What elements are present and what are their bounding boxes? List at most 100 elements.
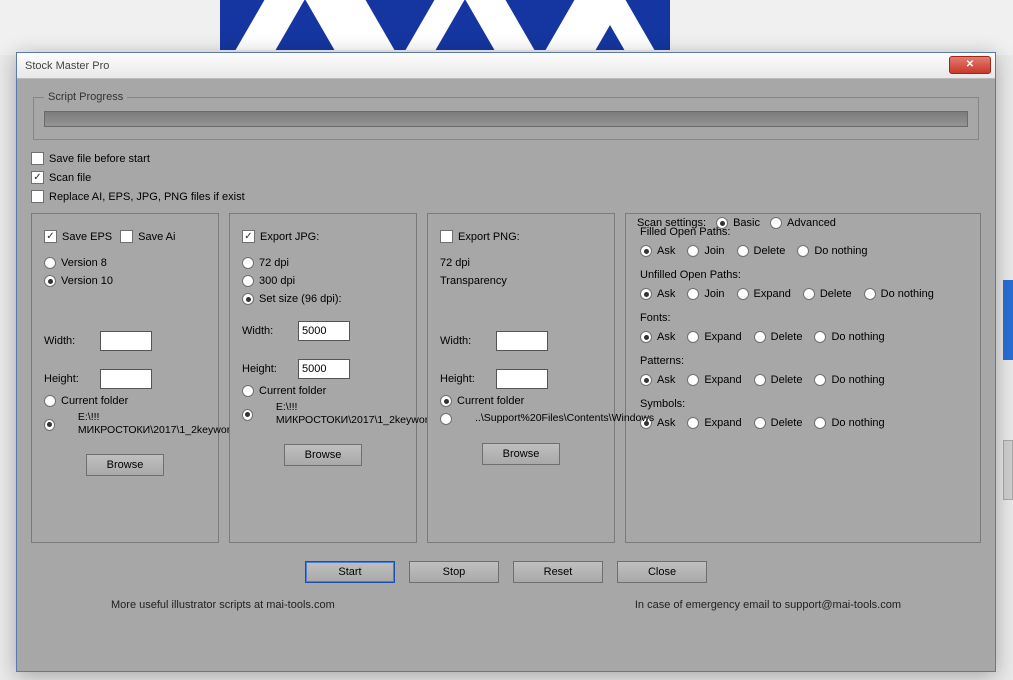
radio-icon (814, 331, 826, 343)
radio-eps-version8[interactable]: Version 8 (44, 257, 107, 269)
radio-icon (242, 293, 254, 305)
radio-patterns-delete[interactable]: Delete (754, 374, 803, 386)
checkbox-label: Export PNG: (458, 231, 520, 243)
radio-patterns-nothing[interactable]: Do nothing (814, 374, 884, 386)
radio-unfilled-join[interactable]: Join (687, 288, 724, 300)
eps-path: E:\!!!МИКРОСТОКИ\2017\1_2keyword (78, 411, 237, 436)
png-path: ..\Support%20Files\Contents\Windows (475, 412, 654, 425)
radio-icon (754, 374, 766, 386)
radio-icon (770, 217, 782, 229)
radio-icon (640, 245, 652, 257)
radio-eps-current-folder[interactable]: Current folder (44, 395, 128, 407)
radio-patterns-ask[interactable]: Ask (640, 374, 675, 386)
radio-icon (716, 217, 728, 229)
checkbox-save-ai[interactable]: Save Ai (120, 230, 175, 243)
radio-fonts-delete[interactable]: Delete (754, 331, 803, 343)
radio-jpg-current-folder[interactable]: Current folder (242, 385, 326, 397)
checkbox-icon: ✓ (44, 230, 57, 243)
checkbox-icon: ✓ (242, 230, 255, 243)
jpg-height-input[interactable] (298, 359, 350, 379)
radio-label: Delete (771, 374, 803, 386)
radio-filled-nothing[interactable]: Do nothing (797, 245, 867, 257)
radio-png-current-folder[interactable]: Current folder (440, 395, 524, 407)
checkbox-icon: ✓ (31, 171, 44, 184)
radio-png-custom-folder[interactable]: ..\Support%20Files\Contents\Windows (440, 413, 654, 425)
png-width-input[interactable] (496, 331, 548, 351)
radio-icon (440, 413, 452, 425)
radio-label: Expand (704, 417, 741, 429)
radio-icon (440, 395, 452, 407)
radio-unfilled-nothing[interactable]: Do nothing (864, 288, 934, 300)
eps-height-label: Height: (44, 373, 92, 385)
reset-button[interactable]: Reset (513, 561, 603, 583)
checkbox-replace-files[interactable]: Replace AI, EPS, JPG, PNG files if exist (31, 190, 245, 203)
radio-symbols-expand[interactable]: Expand (687, 417, 741, 429)
checkbox-icon (31, 190, 44, 203)
radio-scan-advanced[interactable]: Advanced (770, 217, 836, 229)
radio-unfilled-ask[interactable]: Ask (640, 288, 675, 300)
radio-fonts-expand[interactable]: Expand (687, 331, 741, 343)
radio-icon (640, 288, 652, 300)
radio-icon (44, 275, 56, 287)
stop-button[interactable]: Stop (409, 561, 499, 583)
browse-button-jpg[interactable]: Browse (284, 444, 362, 466)
checkbox-export-jpg[interactable]: ✓ Export JPG: (242, 230, 319, 243)
radio-label: Do nothing (831, 417, 884, 429)
radio-label: Ask (657, 288, 675, 300)
radio-icon (44, 419, 55, 431)
checkbox-scan-file[interactable]: ✓ Scan file (31, 171, 91, 184)
radio-icon (803, 288, 815, 300)
close-icon[interactable]: ✕ (949, 56, 991, 74)
radio-fonts-ask[interactable]: Ask (640, 331, 675, 343)
jpg-path: E:\!!!МИКРОСТОКИ\2017\1_2keyword (276, 401, 435, 426)
radio-jpg-72dpi[interactable]: 72 dpi (242, 257, 289, 269)
checkbox-label: Save Ai (138, 231, 175, 243)
panel-eps: ✓ Save EPS Save Ai Version 8 (31, 213, 219, 543)
checkbox-label: Replace AI, EPS, JPG, PNG files if exist (49, 191, 245, 203)
art-strip (220, 0, 670, 50)
radio-symbols-nothing[interactable]: Do nothing (814, 417, 884, 429)
radio-patterns-expand[interactable]: Expand (687, 374, 741, 386)
radio-icon (44, 395, 56, 407)
radio-eps-version10[interactable]: Version 10 (44, 275, 113, 287)
radio-icon (242, 275, 254, 287)
radio-icon (242, 257, 254, 269)
footer-right-text: In case of emergency email to support@ma… (635, 599, 901, 611)
panel-png: Export PNG: 72 dpi Transparency Width: H… (427, 213, 615, 543)
radio-unfilled-expand[interactable]: Expand (737, 288, 791, 300)
checkbox-save-eps[interactable]: ✓ Save EPS (44, 230, 112, 243)
radio-scan-basic[interactable]: Basic (716, 217, 760, 229)
checkbox-save-before-start[interactable]: Save file before start (31, 152, 150, 165)
radio-fonts-nothing[interactable]: Do nothing (814, 331, 884, 343)
png-height-input[interactable] (496, 369, 548, 389)
radio-symbols-delete[interactable]: Delete (754, 417, 803, 429)
radio-jpg-300dpi[interactable]: 300 dpi (242, 275, 295, 287)
checkbox-export-png[interactable]: Export PNG: (440, 230, 520, 243)
radio-eps-custom-folder[interactable]: E:\!!!МИКРОСТОКИ\2017\1_2keyword (44, 413, 237, 436)
radio-filled-delete[interactable]: Delete (737, 245, 786, 257)
radio-label: Join (704, 245, 724, 257)
titlebar[interactable]: Stock Master Pro ✕ (17, 53, 995, 79)
radio-filled-ask[interactable]: Ask (640, 245, 675, 257)
jpg-width-input[interactable] (298, 321, 350, 341)
browse-button-png[interactable]: Browse (482, 443, 560, 465)
radio-label: Set size (96 dpi): (259, 293, 342, 305)
start-button[interactable]: Start (305, 561, 395, 583)
close-button[interactable]: Close (617, 561, 707, 583)
eps-width-label: Width: (44, 335, 92, 347)
eps-height-input[interactable] (100, 369, 152, 389)
radio-label: Current folder (259, 385, 326, 397)
radio-filled-join[interactable]: Join (687, 245, 724, 257)
eps-width-input[interactable] (100, 331, 152, 351)
radio-label: Expand (754, 288, 791, 300)
radio-label: Ask (657, 331, 675, 343)
radio-icon (44, 257, 56, 269)
side-decoration-blue (1003, 280, 1013, 360)
radio-jpg-set-size[interactable]: Set size (96 dpi): (242, 293, 342, 305)
browse-button-eps[interactable]: Browse (86, 454, 164, 476)
radio-icon (687, 245, 699, 257)
progress-bar (44, 111, 968, 127)
radio-jpg-custom-folder[interactable]: E:\!!!МИКРОСТОКИ\2017\1_2keyword (242, 403, 435, 426)
radio-unfilled-delete[interactable]: Delete (803, 288, 852, 300)
png-transparency-label: Transparency (440, 275, 507, 287)
